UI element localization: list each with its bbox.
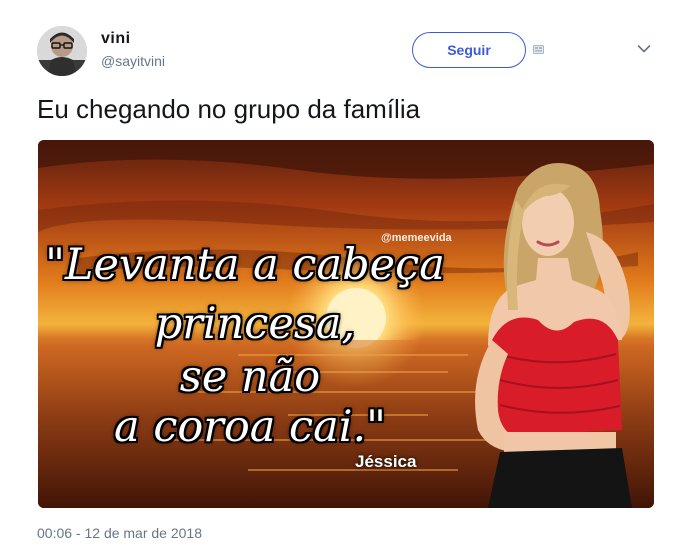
user-avatar-icon [37,26,87,76]
display-name[interactable]: vini [101,30,131,48]
tweet-text: Eu chegando no grupo da família [37,94,421,124]
meme-quote-line-3: se não [179,352,321,402]
avatar[interactable] [37,26,87,76]
chevron-down-icon[interactable] [637,44,651,54]
tweet-timestamp[interactable]: 00:06 - 12 de mar de 2018 [37,525,202,541]
meme-signature: Jéssica [355,452,417,471]
follow-aux-icon[interactable] [533,45,544,54]
user-handle[interactable]: @sayitvini [101,53,165,69]
meme-quote-line-4: a coroa cai." [114,402,386,452]
meme-quote-line-2: princesa, [154,299,356,349]
follow-button[interactable]: Seguir [412,32,526,68]
meme-quote-line-1: "Levanta a cabeça [45,240,445,290]
